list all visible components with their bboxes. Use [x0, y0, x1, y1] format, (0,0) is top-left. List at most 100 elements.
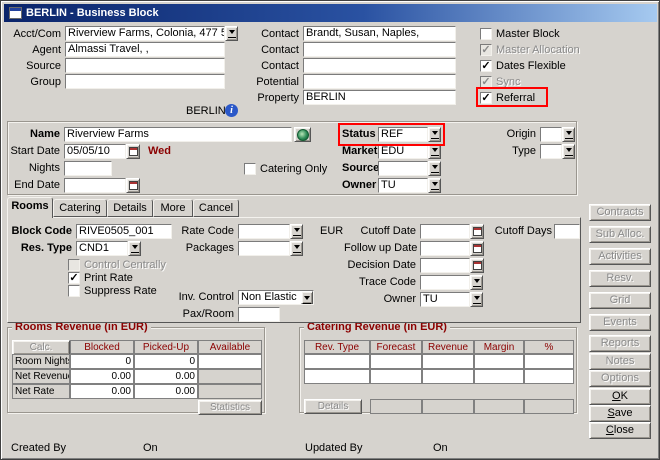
name-field[interactable]: Riverview Farms — [64, 127, 292, 142]
tab-rooms[interactable]: Rooms — [7, 197, 53, 218]
calc-button[interactable]: Calc. — [30, 342, 53, 353]
contact2-field[interactable] — [303, 42, 456, 57]
follow-up-calendar-button[interactable] — [470, 241, 484, 256]
rooms-owner-field[interactable]: TU — [420, 292, 470, 307]
tab-cancel[interactable]: Cancel — [193, 199, 239, 217]
window-title: BERLIN - Business Block — [26, 4, 159, 22]
catering-cell[interactable] — [304, 354, 370, 369]
tab-catering[interactable]: Catering — [53, 199, 107, 217]
origin-field[interactable] — [540, 127, 562, 142]
col-available: Available — [198, 340, 262, 354]
decision-date-calendar-button[interactable] — [470, 258, 484, 273]
decision-date-field[interactable] — [420, 258, 470, 273]
details-button[interactable]: Details — [318, 401, 349, 412]
options-button[interactable]: Options — [590, 371, 650, 386]
end-date-field[interactable] — [64, 178, 126, 193]
type-field[interactable] — [540, 144, 562, 159]
master-allocation-checkbox[interactable]: ✓ — [480, 44, 492, 56]
acct-com-field[interactable]: Riverview Farms, Colonia, 477 550-3 — [65, 26, 225, 41]
inv-control-arrow-button[interactable] — [301, 291, 313, 304]
type-lov-button[interactable] — [562, 144, 575, 159]
res-type-field[interactable]: CND1 — [76, 241, 128, 256]
cell-room-nights-blocked[interactable]: 0 — [70, 354, 134, 369]
packages-lov-button[interactable] — [290, 241, 303, 256]
catering-cell[interactable] — [422, 354, 474, 369]
activities-button[interactable]: Activities — [590, 249, 650, 264]
close-button[interactable]: Close — [590, 423, 650, 438]
block-owner-lov-button[interactable] — [428, 178, 441, 193]
grid-button[interactable]: Grid — [590, 293, 650, 308]
market-lov-button[interactable] — [428, 144, 441, 159]
titlebar[interactable]: BERLIN - Business Block — [4, 4, 657, 22]
trace-code-field[interactable] — [420, 275, 470, 290]
potential-field[interactable] — [303, 74, 456, 89]
catering-cell[interactable] — [524, 354, 574, 369]
suppress-rate-checkbox[interactable] — [68, 285, 80, 297]
catering-cell[interactable] — [370, 354, 422, 369]
group-field[interactable] — [65, 74, 225, 89]
resv-button[interactable]: Resv. — [590, 271, 650, 286]
cell-net-revenue-blocked[interactable]: 0.00 — [70, 369, 134, 384]
market-field[interactable]: EDU — [378, 144, 428, 159]
res-type-lov-button[interactable] — [128, 241, 141, 256]
cell-net-rate-picked[interactable]: 0.00 — [134, 384, 198, 399]
source-field[interactable] — [65, 58, 225, 73]
catering-only-checkbox[interactable] — [244, 163, 256, 175]
end-date-calendar-button[interactable] — [126, 178, 140, 193]
statistics-button[interactable]: Statistics — [210, 402, 250, 413]
info-icon[interactable]: i — [225, 104, 238, 117]
cell-net-revenue-picked[interactable]: 0.00 — [134, 369, 198, 384]
rooms-owner-label: Owner — [344, 293, 416, 306]
origin-lov-button[interactable] — [562, 127, 575, 142]
tab-more[interactable]: More — [153, 199, 193, 217]
cutoff-date-field[interactable] — [420, 224, 470, 239]
contact3-field[interactable] — [303, 58, 456, 73]
rooms-owner-lov-button[interactable] — [470, 292, 483, 307]
cutoff-date-calendar-button[interactable] — [470, 224, 484, 239]
agent-field[interactable]: Almassi Travel, , — [65, 42, 225, 57]
acct-com-lov-button[interactable] — [225, 26, 238, 41]
reports-button[interactable]: Reports — [590, 336, 650, 351]
property-field[interactable]: BERLIN — [303, 90, 456, 105]
start-date-field[interactable]: 05/05/10 — [64, 144, 126, 159]
packages-field[interactable] — [238, 241, 290, 256]
nights-field[interactable] — [64, 161, 112, 176]
start-date-calendar-button[interactable] — [126, 144, 140, 159]
trace-code-lov-button[interactable] — [470, 275, 483, 290]
save-button[interactable]: Save — [590, 406, 650, 421]
block-owner-field[interactable]: TU — [378, 178, 428, 193]
sub-alloc-button[interactable]: Sub Alloc. — [590, 227, 650, 242]
cell-net-rate-blocked[interactable]: 0.00 — [70, 384, 134, 399]
catering-cell[interactable] — [370, 369, 422, 384]
notes-button[interactable]: Notes — [590, 354, 650, 369]
cell-room-nights-picked[interactable]: 0 — [134, 354, 198, 369]
sync-checkbox[interactable]: ✓ — [480, 76, 492, 88]
rate-code-lov-button[interactable] — [290, 224, 303, 239]
catering-cell[interactable] — [474, 369, 524, 384]
block-code-field[interactable]: RIVE0505_001 — [76, 224, 172, 239]
contact1-field[interactable]: Brandt, Susan, Naples, — [303, 26, 456, 41]
dates-flexible-checkbox[interactable]: ✓ — [480, 60, 492, 72]
contracts-button[interactable]: Contracts — [590, 205, 650, 220]
ok-button[interactable]: OK — [590, 389, 650, 404]
catering-cell[interactable] — [524, 369, 574, 384]
cell-room-nights-available[interactable] — [198, 354, 262, 369]
block-source-lov-button[interactable] — [428, 161, 441, 176]
rate-code-field[interactable] — [238, 224, 290, 239]
tab-details[interactable]: Details — [107, 199, 153, 217]
cutoff-days-field[interactable] — [554, 224, 580, 239]
catering-cell[interactable] — [304, 369, 370, 384]
events-button[interactable]: Events — [590, 315, 650, 330]
block-source-field[interactable] — [378, 161, 428, 176]
print-rate-checkbox[interactable]: ✓ — [68, 272, 80, 284]
status-field[interactable]: REF — [378, 127, 428, 142]
pax-room-field[interactable] — [238, 307, 280, 322]
name-search-button[interactable] — [294, 127, 311, 142]
catering-cell[interactable] — [474, 354, 524, 369]
follow-up-field[interactable] — [420, 241, 470, 256]
status-lov-button[interactable] — [428, 127, 441, 142]
referral-checkbox[interactable]: ✓ — [480, 92, 492, 104]
master-block-checkbox[interactable] — [480, 28, 492, 40]
catering-cell[interactable] — [422, 369, 474, 384]
control-centrally-checkbox[interactable] — [68, 259, 80, 271]
